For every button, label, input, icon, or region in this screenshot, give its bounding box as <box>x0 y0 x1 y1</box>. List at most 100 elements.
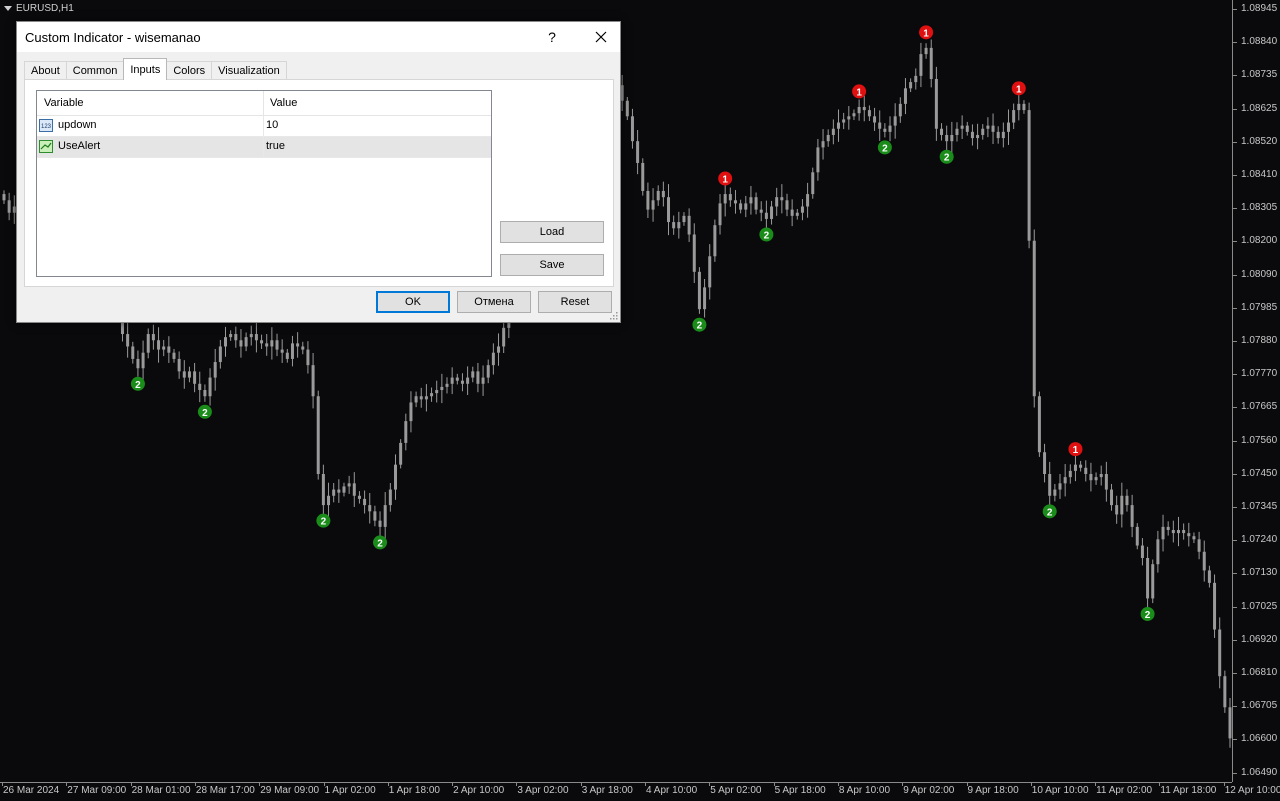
column-divider[interactable] <box>263 91 264 115</box>
candle <box>1110 483 1114 511</box>
candle <box>218 339 222 369</box>
candle <box>213 348 217 391</box>
reset-button[interactable]: Reset <box>538 291 612 313</box>
candle <box>7 192 11 221</box>
price-tick-label: 1.07130 <box>1241 567 1278 579</box>
candle-body <box>1192 536 1196 540</box>
candle <box>821 129 825 160</box>
tab-about[interactable]: About <box>24 61 67 80</box>
bool-param-icon <box>39 140 53 153</box>
variable-value[interactable]: true <box>266 140 285 152</box>
candle <box>285 348 289 363</box>
candle-body <box>1001 131 1005 139</box>
ok-button[interactable]: OK <box>376 291 450 313</box>
tab-colors[interactable]: Colors <box>166 61 213 80</box>
candle <box>667 184 671 236</box>
dialog-title-bar[interactable]: Custom Indicator - wisemanao ? <box>17 22 620 52</box>
time-tick-label: 1 Apr 02:00 <box>324 785 376 796</box>
candle <box>625 97 629 121</box>
candle-body <box>661 190 665 198</box>
price-tick <box>1233 307 1237 309</box>
tab-common[interactable]: Common <box>65 61 125 80</box>
price-tick <box>1233 75 1237 77</box>
signal-label: 2 <box>944 153 950 164</box>
price-tick-label: 1.08735 <box>1241 69 1278 81</box>
table-row[interactable]: 123 updown 10 <box>37 116 491 137</box>
candle-body <box>301 346 305 350</box>
price-tick <box>1233 407 1237 409</box>
candle-body <box>682 215 686 223</box>
candle <box>1192 532 1196 544</box>
help-button[interactable]: ? <box>537 22 567 52</box>
signal-label: 2 <box>135 380 141 391</box>
price-tick-label: 1.08305 <box>1241 202 1278 214</box>
candle-body <box>275 340 279 350</box>
candle-body <box>837 122 841 129</box>
save-button[interactable]: Save <box>500 254 604 276</box>
signal-bottom-marker: 2 <box>939 149 954 164</box>
column-header-variable[interactable]: Variable <box>44 97 84 109</box>
candle-body <box>131 346 135 359</box>
time-tick-label: 12 Apr 10:00 <box>1224 785 1280 796</box>
candle <box>636 129 640 175</box>
candle-body <box>636 141 640 163</box>
candle <box>1027 102 1031 249</box>
candle <box>749 185 753 215</box>
cancel-button[interactable]: Отмена <box>457 291 531 313</box>
signal-label: 2 <box>202 408 208 419</box>
price-tick-label: 1.07985 <box>1241 301 1278 313</box>
candle-body <box>1012 110 1016 123</box>
candle <box>1084 460 1088 482</box>
candle-body <box>157 340 161 350</box>
table-row[interactable]: UseAlert true <box>37 137 491 158</box>
candle <box>713 219 717 262</box>
candle-body <box>697 271 701 310</box>
candle-body <box>1207 570 1211 583</box>
candle-body <box>739 203 743 210</box>
candle-body <box>440 386 444 391</box>
time-axis[interactable]: 26 Mar 2024 27 Mar 09:00 28 Mar 01:00 28 Ma… <box>0 782 1280 801</box>
signal-label: 1 <box>722 175 728 186</box>
candle-body <box>208 377 212 397</box>
candle <box>404 413 408 451</box>
cell-divider <box>263 116 264 136</box>
inputs-table[interactable]: Variable Value 123 updown 10 UseAlert tr… <box>36 90 492 277</box>
candle <box>455 373 459 385</box>
signal-bottom-marker: 2 <box>316 513 331 528</box>
candle-body <box>172 352 176 359</box>
resize-grip-icon[interactable] <box>610 312 618 320</box>
price-tick-label: 1.07665 <box>1241 401 1278 413</box>
candle-body <box>826 134 830 142</box>
candle-body <box>867 110 871 117</box>
candle <box>1125 489 1129 512</box>
signal-bottom-marker: 2 <box>130 376 145 391</box>
load-button[interactable]: Load <box>500 221 604 243</box>
candle-body <box>187 371 191 378</box>
candle-body <box>981 128 985 135</box>
tab-inputs[interactable]: Inputs <box>123 58 168 80</box>
candle-body <box>378 520 382 527</box>
tab-visualization[interactable]: Visualization <box>211 61 287 80</box>
price-tick <box>1233 573 1237 575</box>
signal-label: 2 <box>1145 610 1151 621</box>
price-axis[interactable]: 1.08945 1.08840 1.08735 1.08625 1.08520 1.084… <box>1232 0 1280 782</box>
candle-body <box>831 128 835 135</box>
candle-body <box>1104 474 1108 490</box>
close-button[interactable] <box>582 22 620 52</box>
candle-body <box>244 337 248 347</box>
column-header-value[interactable]: Value <box>270 97 297 109</box>
chevron-down-icon[interactable] <box>4 6 12 11</box>
candle <box>193 362 197 393</box>
variable-value[interactable]: 10 <box>266 119 278 131</box>
variable-name: UseAlert <box>58 140 101 152</box>
signal-bottom-marker: 2 <box>877 140 892 155</box>
price-tick-label: 1.06490 <box>1241 766 1278 778</box>
candle <box>424 384 428 412</box>
candle-body <box>630 116 634 142</box>
candle-body <box>929 47 933 79</box>
candle-body <box>450 377 454 384</box>
candle <box>1099 465 1103 486</box>
candle <box>1048 461 1052 508</box>
candle-body <box>352 483 356 496</box>
candle-body <box>1058 483 1062 490</box>
